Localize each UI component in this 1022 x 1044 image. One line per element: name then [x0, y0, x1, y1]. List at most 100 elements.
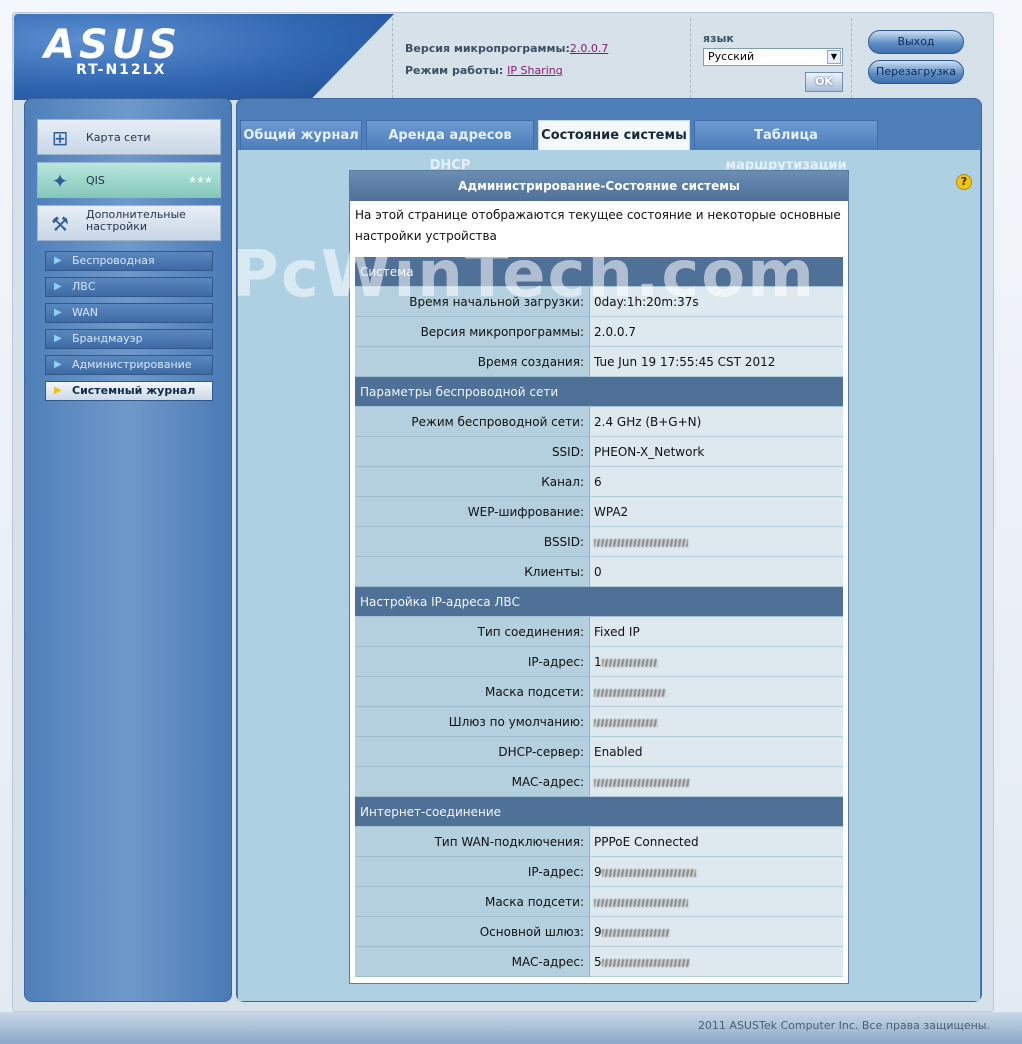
- row-label: Время начальной загрузки:: [355, 287, 590, 317]
- value-prefix: 5: [594, 955, 602, 969]
- row-label: Основной шлюз:: [355, 917, 590, 947]
- tab-general-log[interactable]: Общий журнал: [240, 120, 362, 150]
- row-clients: Клиенты: 0: [355, 557, 843, 587]
- language-ok-button[interactable]: OK: [805, 72, 843, 92]
- redacted-value: [594, 778, 690, 787]
- nav-advanced-settings[interactable]: ⚒ Дополнительные настройки: [37, 205, 221, 241]
- row-connection-type: Тип соединения: Fixed IP: [355, 617, 843, 647]
- row-firmware: Версия микропрограммы: 2.0.0.7: [355, 317, 843, 347]
- row-label: SSID:: [355, 437, 590, 467]
- row-value-redacted: [590, 677, 843, 707]
- row-value-redacted: [590, 527, 843, 557]
- language-select[interactable]: Русский ▼: [703, 48, 843, 66]
- row-boot-time: Время начальной загрузки: 0day:1h:20m:37…: [355, 287, 843, 317]
- row-value: PHEON-X_Network: [590, 437, 843, 467]
- row-label: WEP-шифрование:: [355, 497, 590, 527]
- router-model: RT-N12LX: [76, 62, 167, 78]
- firmware-version-link[interactable]: 2.0.0.7: [570, 42, 608, 55]
- row-label: Маска подсети:: [355, 887, 590, 917]
- redacted-value: [594, 688, 666, 697]
- wizard-wand-icon: ✦: [51, 169, 69, 193]
- left-navigation: ⊞ Карта сети ✦ QIS ★★★ ⚒ Дополнительные …: [24, 98, 232, 1002]
- row-value: 0day:1h:20m:37s: [590, 287, 843, 317]
- row-dhcp-server: DHCP-сервер: Enabled: [355, 737, 843, 767]
- row-value-redacted: [590, 707, 843, 737]
- redacted-value: [601, 658, 658, 667]
- row-value: 2.4 GHz (B+G+N): [590, 407, 843, 437]
- system-status-panel: Администрирование-Состояние системы На э…: [349, 170, 849, 984]
- row-wan-mask: Маска подсети:: [355, 887, 843, 917]
- nav-sub-wireless[interactable]: ▶ Беспроводная: [45, 251, 213, 271]
- firmware-label: Версия микропрограммы:: [405, 42, 570, 55]
- row-value: Fixed IP: [590, 617, 843, 647]
- tab-routing-table[interactable]: Таблица маршрутизации: [694, 120, 878, 173]
- triangle-right-icon: ▶: [54, 385, 62, 396]
- section-lan: Настройка IP-адреса ЛВС: [355, 587, 843, 617]
- row-label: Клиенты:: [355, 557, 590, 587]
- row-wan-gateway: Основной шлюз: 9: [355, 917, 843, 947]
- value-prefix: 9: [594, 925, 602, 939]
- language-selected: Русский: [708, 50, 755, 63]
- tab-dhcp-leases[interactable]: Аренда адресов DHCP: [366, 120, 534, 173]
- row-label: Маска подсети:: [355, 677, 590, 707]
- row-value-redacted: 9: [590, 857, 843, 887]
- nav-sub-label: WAN: [72, 306, 99, 319]
- nav-sub-label: ЛВС: [72, 280, 96, 293]
- row-encryption: WEP-шифрование: WPA2: [355, 497, 843, 527]
- row-wireless-mode: Режим беспроводной сети: 2.4 GHz (B+G+N): [355, 407, 843, 437]
- row-lan-mac: MAC-адрес:: [355, 767, 843, 797]
- row-label: Тип WAN-подключения:: [355, 827, 590, 857]
- row-value: Tue Jun 19 17:55:45 CST 2012: [590, 347, 843, 377]
- redacted-value: [594, 538, 688, 547]
- row-value: WPA2: [590, 497, 843, 527]
- triangle-right-icon: ▶: [54, 281, 62, 292]
- logout-button[interactable]: Выход: [868, 30, 964, 54]
- row-value-redacted: [590, 887, 843, 917]
- row-wan-type: Тип WAN-подключения: PPPoE Connected: [355, 827, 843, 857]
- row-bssid: BSSID:: [355, 527, 843, 557]
- row-lan-mask: Маска подсети:: [355, 677, 843, 707]
- triangle-right-icon: ▶: [54, 359, 62, 370]
- row-label: IP-адрес:: [355, 857, 590, 887]
- redacted-value: [601, 928, 670, 937]
- operation-mode-link[interactable]: IP Sharing: [507, 64, 563, 77]
- row-label: Время создания:: [355, 347, 590, 377]
- section-system: Система: [355, 257, 843, 287]
- nav-sub-administration[interactable]: ▶ Администрирование: [45, 355, 213, 375]
- operation-mode-info: Режим работы: IP Sharing: [405, 64, 563, 77]
- redacted-value: [601, 958, 690, 967]
- row-label: MAC-адрес:: [355, 947, 590, 977]
- row-label: Версия микропрограммы:: [355, 317, 590, 347]
- nav-sub-lan[interactable]: ▶ ЛВС: [45, 277, 213, 297]
- nav-sub-wan[interactable]: ▶ WAN: [45, 303, 213, 323]
- dropdown-arrow-icon[interactable]: ▼: [827, 50, 841, 64]
- row-value-redacted: 1: [590, 647, 843, 677]
- nav-qis[interactable]: ✦ QIS ★★★: [37, 162, 221, 198]
- nav-sub-system-log[interactable]: ▶ Системный журнал: [45, 381, 213, 401]
- row-channel: Канал: 6: [355, 467, 843, 497]
- row-label: MAC-адрес:: [355, 767, 590, 797]
- row-value-redacted: 5: [590, 947, 843, 977]
- row-label: Режим беспроводной сети:: [355, 407, 590, 437]
- nav-network-map[interactable]: ⊞ Карта сети: [37, 119, 221, 155]
- reboot-button[interactable]: Перезагрузка: [868, 60, 964, 84]
- nav-advanced-label: Дополнительные настройки: [86, 208, 186, 233]
- triangle-right-icon: ▶: [54, 333, 62, 344]
- redacted-value: [601, 868, 696, 877]
- copyright-footer: 2011 ASUSTek Computer Inc. Все права защ…: [697, 1019, 990, 1032]
- row-value-redacted: 9: [590, 917, 843, 947]
- row-label: Канал:: [355, 467, 590, 497]
- value-prefix: 9: [594, 865, 602, 879]
- panel-description: На этой странице отображаются текущее со…: [355, 208, 841, 243]
- value-prefix: 1: [594, 655, 602, 669]
- tab-system-status[interactable]: Состояние системы: [538, 120, 690, 150]
- help-icon[interactable]: ?: [956, 174, 972, 190]
- nav-sub-firewall[interactable]: ▶ Брандмауэр: [45, 329, 213, 349]
- section-wireless: Параметры беспроводной сети: [355, 377, 843, 407]
- row-label: IP-адрес:: [355, 647, 590, 677]
- nav-qis-label: QIS: [86, 174, 105, 187]
- panel-title: Администрирование-Состояние системы: [350, 171, 848, 201]
- operation-mode-label: Режим работы:: [405, 64, 504, 77]
- header-info: Версия микропрограммы:2.0.0.7 Режим рабо…: [392, 18, 688, 98]
- row-wan-ip: IP-адрес: 9: [355, 857, 843, 887]
